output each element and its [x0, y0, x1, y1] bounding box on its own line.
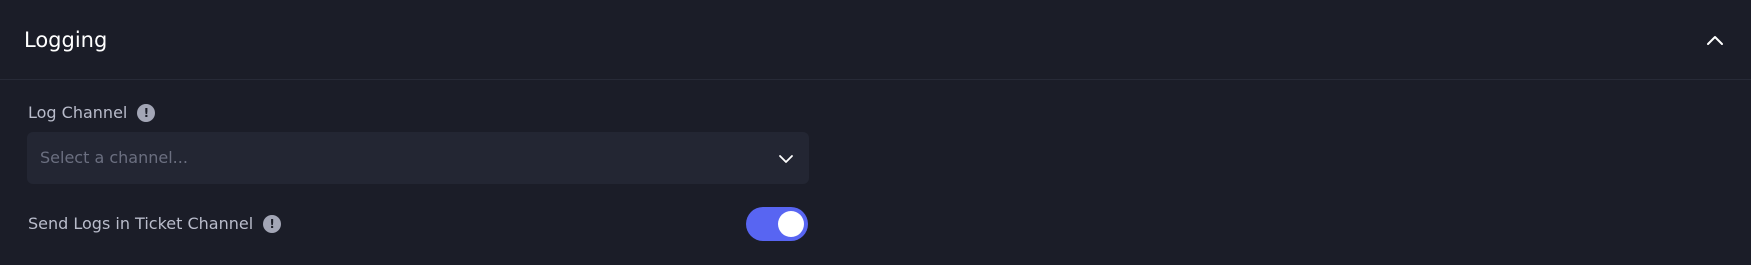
- log-channel-label: Log Channel: [28, 103, 128, 122]
- select-placeholder: Select a channel...: [40, 148, 188, 167]
- chevron-down-icon: [779, 155, 793, 163]
- chevron-up-icon: [1707, 36, 1723, 45]
- section-title: Logging: [24, 28, 108, 52]
- send-logs-label: Send Logs in Ticket Channel: [28, 214, 254, 233]
- section-header[interactable]: Logging: [0, 0, 1751, 80]
- info-icon[interactable]: !: [137, 104, 156, 122]
- send-logs-toggle[interactable]: [746, 207, 808, 241]
- info-icon[interactable]: !: [263, 215, 282, 233]
- toggle-knob: [778, 211, 804, 237]
- log-channel-label-row: Log Channel !: [28, 103, 156, 123]
- collapse-button[interactable]: [1701, 26, 1729, 54]
- log-channel-select[interactable]: Select a channel...: [27, 132, 809, 184]
- logging-panel: Logging Log Channel ! Select a channel..…: [0, 0, 1751, 265]
- send-logs-label-row: Send Logs in Ticket Channel !: [28, 214, 282, 234]
